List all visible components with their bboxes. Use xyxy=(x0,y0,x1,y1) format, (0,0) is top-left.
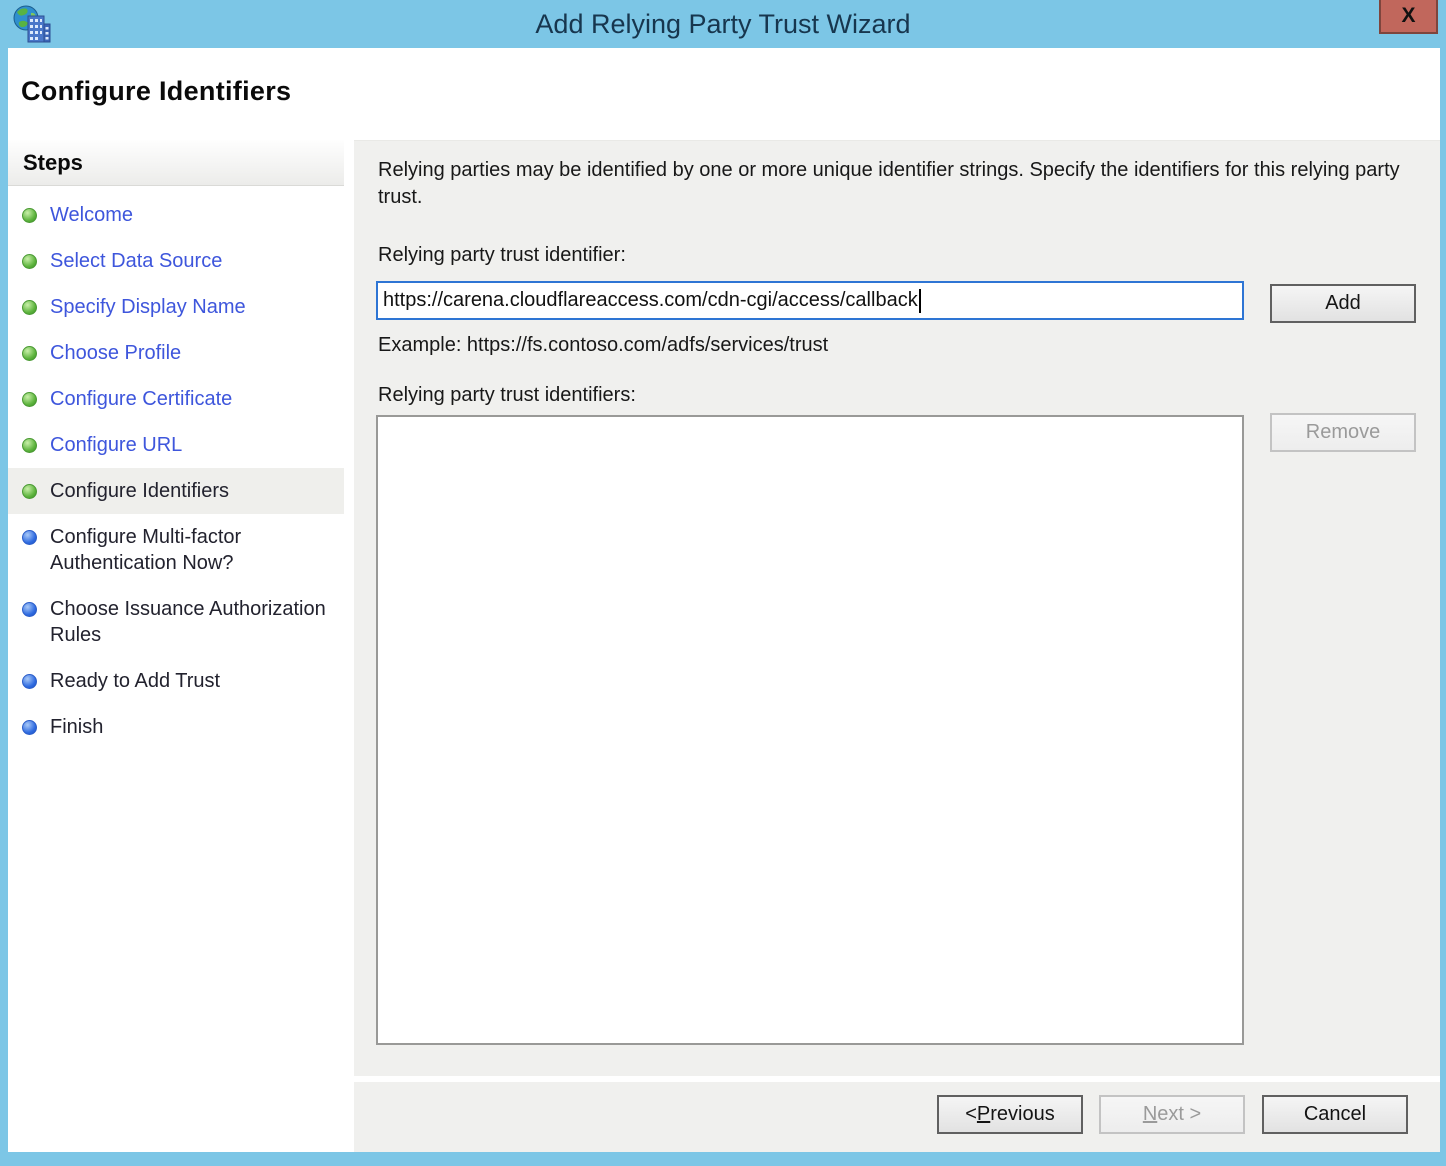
previous-button[interactable]: < Previous xyxy=(937,1095,1083,1134)
footer-bar: < Previous Next > Cancel xyxy=(354,1082,1440,1152)
upcoming-step-icon xyxy=(22,720,37,735)
completed-step-icon xyxy=(22,438,37,453)
title-bar: Add Relying Party Trust Wizard X xyxy=(0,0,1446,48)
content-area: Relying parties may be identified by one… xyxy=(354,140,1440,1076)
upcoming-step-icon xyxy=(22,530,37,545)
identifiers-list-label: Relying party trust identifiers: xyxy=(378,384,636,407)
step-item-choose-profile: Choose Profile xyxy=(8,330,344,376)
example-text: Example: https://fs.contoso.com/adfs/ser… xyxy=(378,334,828,357)
page-description: Relying parties may be identified by one… xyxy=(378,157,1400,211)
add-button[interactable]: Add xyxy=(1270,284,1416,323)
sidebar-divider xyxy=(344,140,354,1152)
window-title: Add Relying Party Trust Wizard xyxy=(0,0,1446,48)
steps-heading: Steps xyxy=(8,140,344,186)
step-label: Specify Display Name xyxy=(50,294,246,320)
step-item-welcome: Welcome xyxy=(8,192,344,238)
step-label: Select Data Source xyxy=(50,248,222,274)
identifier-input-value: https://carena.cloudflareaccess.com/cdn-… xyxy=(383,289,918,312)
step-label: Configure URL xyxy=(50,432,182,458)
text-caret xyxy=(919,289,921,313)
identifier-input[interactable]: https://carena.cloudflareaccess.com/cdn-… xyxy=(376,281,1244,320)
step-label: Configure Multi-factor Authentication No… xyxy=(50,524,336,576)
step-item-specify-display-name: Specify Display Name xyxy=(8,284,344,330)
completed-step-icon xyxy=(22,208,37,223)
identifier-field-label: Relying party trust identifier: xyxy=(378,244,626,267)
upcoming-step-icon xyxy=(22,602,37,617)
close-button[interactable]: X xyxy=(1379,0,1438,34)
completed-step-icon xyxy=(22,392,37,407)
step-item-ready-to-add-trust: Ready to Add Trust xyxy=(8,658,344,704)
steps-list: Welcome Select Data Source Specify Display… xyxy=(8,192,344,750)
step-item-select-data-source: Select Data Source xyxy=(8,238,344,284)
identifiers-listbox[interactable] xyxy=(376,415,1244,1045)
step-item-configure-multi-factor-authentication-now: Configure Multi-factor Authentication No… xyxy=(8,514,344,586)
step-label: Finish xyxy=(50,714,103,740)
step-item-choose-issuance-authorization-rules: Choose Issuance Authorization Rules xyxy=(8,586,344,658)
upcoming-step-icon xyxy=(22,674,37,689)
main-panel: Relying parties may be identified by one… xyxy=(354,140,1440,1152)
step-label: Welcome xyxy=(50,202,133,228)
page-header: Configure Identifiers xyxy=(8,48,1440,140)
step-label: Ready to Add Trust xyxy=(50,668,220,694)
window-body: Configure Identifiers Steps Welcome Selec… xyxy=(8,48,1440,1152)
step-item-configure-certificate: Configure Certificate xyxy=(8,376,344,422)
step-label: Choose Issuance Authorization Rules xyxy=(50,596,336,648)
step-item-configure-url: Configure URL xyxy=(8,422,344,468)
wizard-window: Add Relying Party Trust Wizard X Configu… xyxy=(0,0,1446,1166)
completed-step-icon xyxy=(22,300,37,315)
step-label: Configure Identifiers xyxy=(50,478,229,504)
completed-step-icon xyxy=(22,254,37,269)
steps-sidebar: Steps Welcome Select Data Source Specify D… xyxy=(8,140,344,1152)
next-button[interactable]: Next > xyxy=(1099,1095,1245,1134)
step-item-finish: Finish xyxy=(8,704,344,750)
step-label: Choose Profile xyxy=(50,340,181,366)
cancel-button[interactable]: Cancel xyxy=(1262,1095,1408,1134)
step-label: Configure Certificate xyxy=(50,386,232,412)
page-title: Configure Identifiers xyxy=(21,76,291,107)
step-item-configure-identifiers: Configure Identifiers xyxy=(8,468,344,514)
remove-button[interactable]: Remove xyxy=(1270,413,1416,452)
adfs-app-icon xyxy=(13,4,51,44)
completed-step-icon xyxy=(22,484,37,499)
completed-step-icon xyxy=(22,346,37,361)
